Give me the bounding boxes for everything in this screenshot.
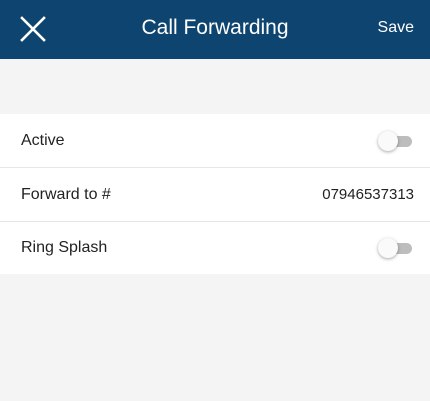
settings-list: Active Forward to # 07946537313 Ring Spl… — [0, 114, 430, 274]
ring-splash-toggle[interactable] — [378, 238, 416, 258]
forward-to-label: Forward to # — [21, 185, 111, 203]
ring-splash-label: Ring Splash — [21, 239, 108, 256]
setting-row-ring-splash[interactable]: Ring Splash — [0, 222, 430, 274]
close-icon — [20, 16, 46, 42]
forward-to-number[interactable]: 07946537313 — [322, 186, 414, 203]
toggle-knob — [378, 130, 398, 151]
page-title: Call Forwarding — [141, 16, 289, 39]
toggle-knob — [378, 238, 398, 258]
save-button[interactable]: Save — [378, 19, 414, 37]
setting-row-forward-to[interactable]: Forward to # 07946537313 — [0, 168, 430, 222]
close-button[interactable] — [18, 14, 48, 44]
active-toggle[interactable] — [378, 130, 416, 151]
active-label: Active — [21, 131, 65, 149]
call-forwarding-screen: Call Forwarding Save Active Forward to #… — [0, 0, 430, 401]
setting-row-active[interactable]: Active — [0, 114, 430, 168]
app-header: Call Forwarding Save — [0, 0, 430, 59]
